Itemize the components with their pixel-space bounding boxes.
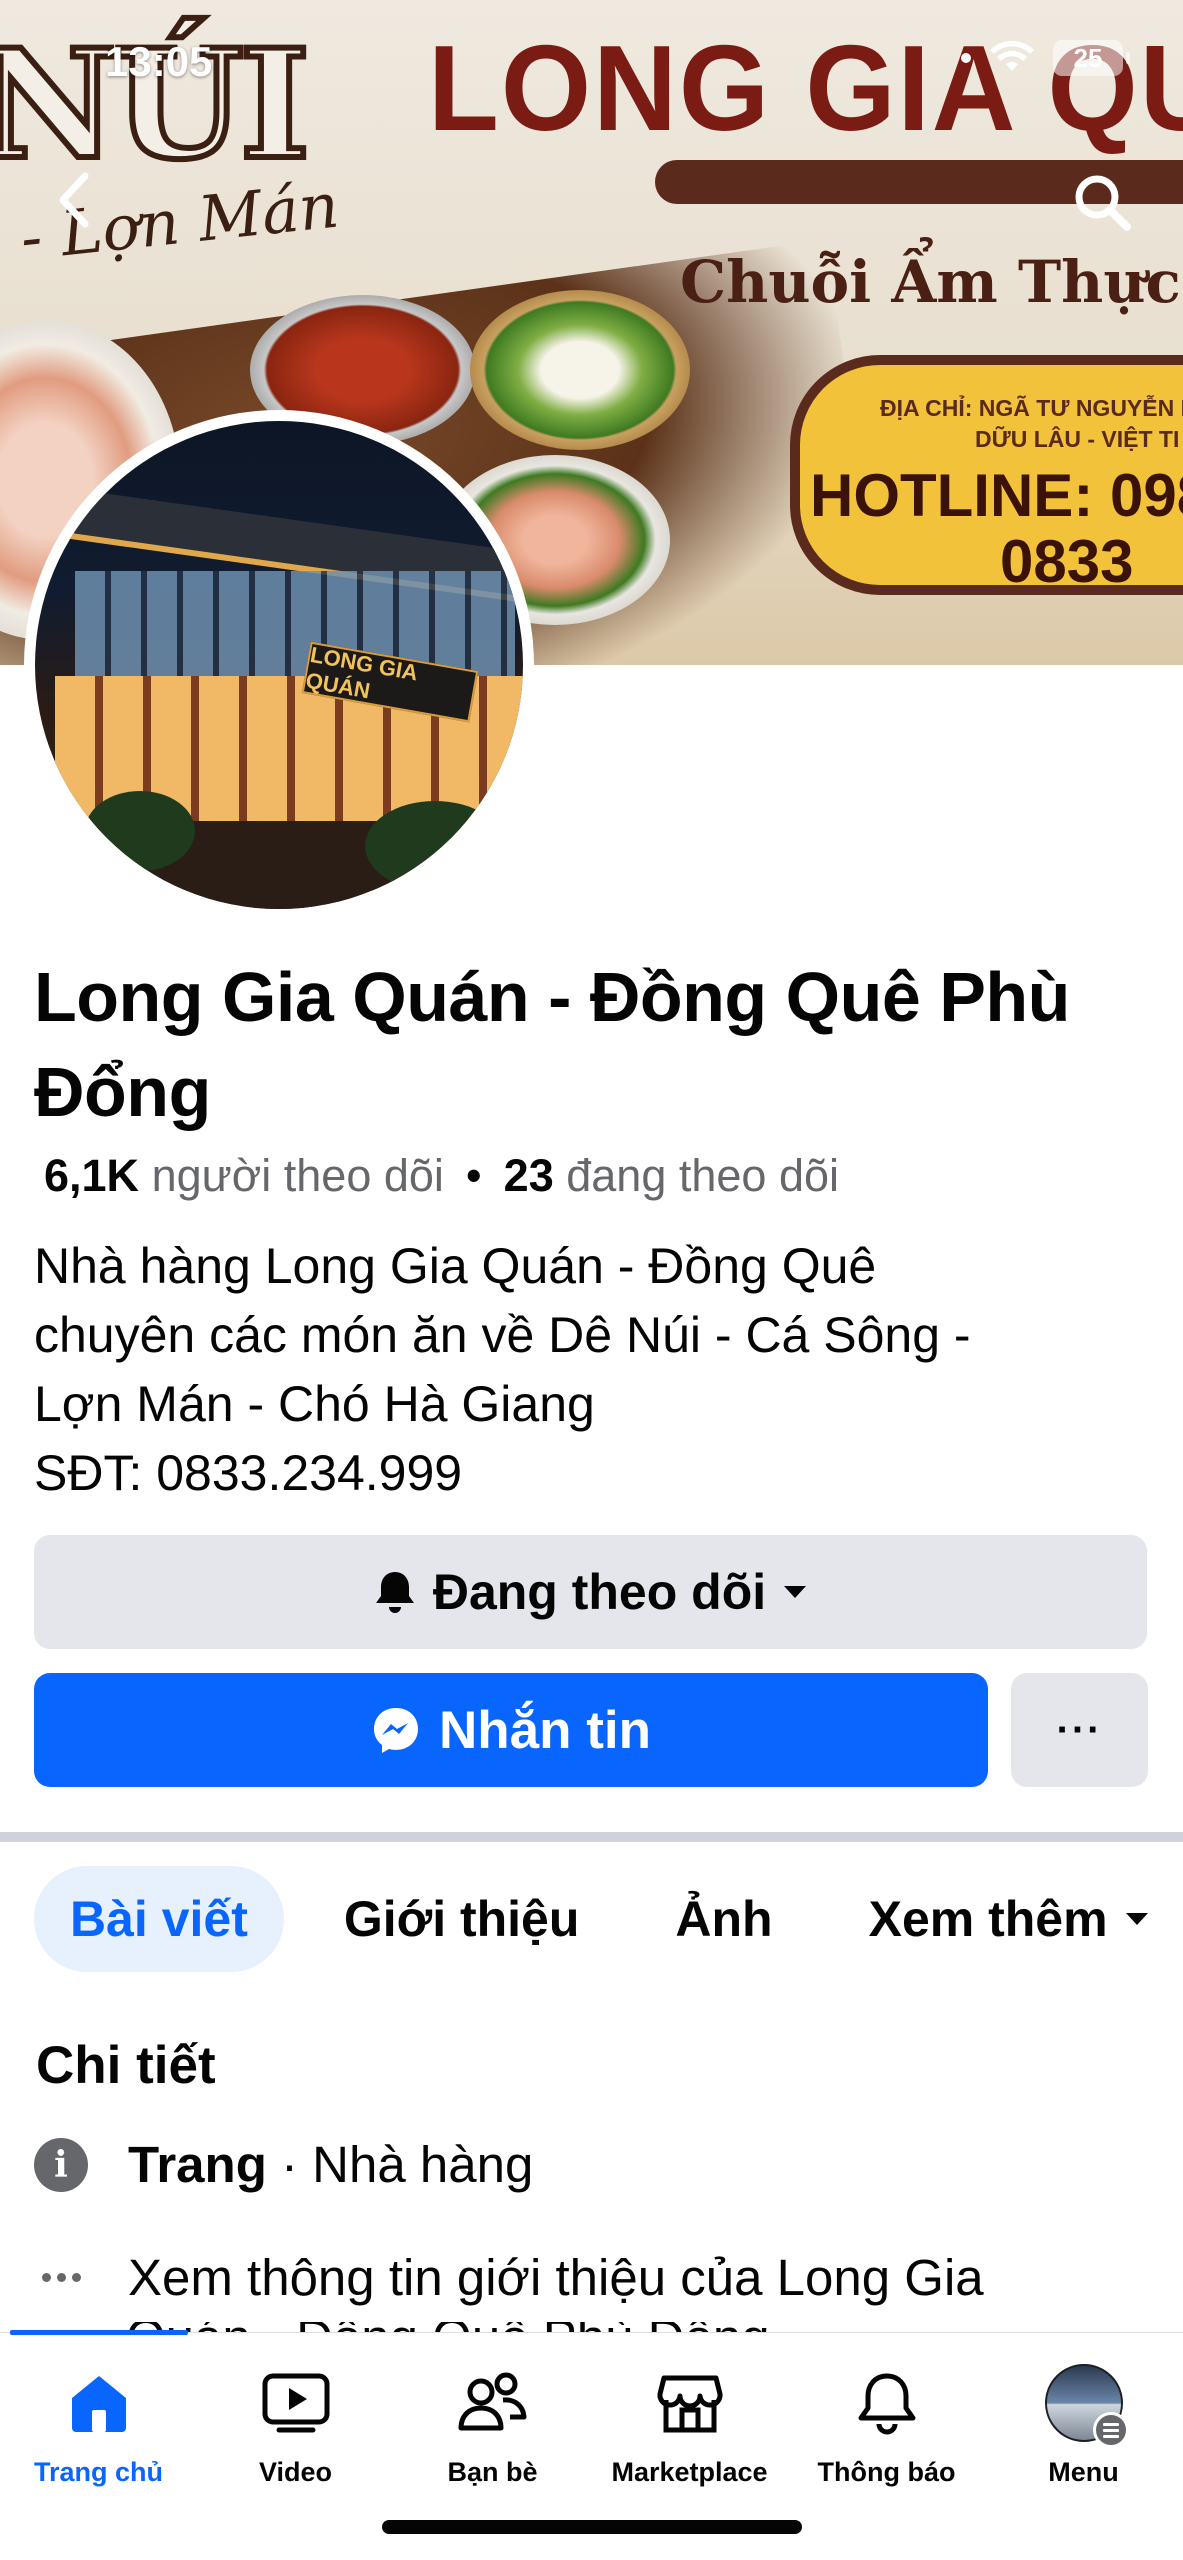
cover-hotline-2: 0833 [1000,528,1134,595]
cover-address-line-2: DỮU LÂU - VIỆT TI [975,426,1180,453]
message-button-label: Nhắn tin [439,1700,651,1760]
avatar-plant [365,801,505,891]
bio-line: chuyên các món ăn về Dê Núi - Cá Sông - [34,1307,971,1363]
nav-label: Marketplace [611,2457,768,2487]
bell-icon [858,2373,915,2435]
detail-category-row: i Trang · Nhà hàng [34,2135,533,2194]
search-button[interactable] [1065,165,1139,239]
followers-count[interactable]: 6,1K [44,1150,139,1201]
more-options-icon: ··· [1056,1707,1103,1752]
messenger-icon [374,1708,418,1753]
signal-dot-icon [961,53,971,63]
following-label[interactable]: đang theo dõi [566,1150,839,1201]
search-icon [1075,175,1131,231]
caret-down-icon [784,1586,807,1598]
nav-notifications[interactable]: Thông báo [788,2363,985,2488]
detail-category-value: · Nhà hàng [266,2136,534,2193]
following-button[interactable]: Đang theo dõi [34,1535,1147,1649]
profile-avatar[interactable]: LONG GIA QUÁN [24,410,534,920]
cover-info-card: ĐỊA CHỈ: NGÃ TƯ NGUYỄN D DỮU LÂU - VIỆT … [790,355,1183,595]
nav-video[interactable]: Video [197,2363,394,2488]
tab-label: Giới thiệu [343,1891,580,1947]
following-button-label: Đang theo dõi [432,1564,767,1620]
nav-menu[interactable]: Menu [985,2363,1182,2488]
hamburger-icon [1092,2412,1129,2448]
info-icon: i [34,2137,88,2192]
details-heading: Chi tiết [36,2036,216,2095]
marketplace-icon [656,2375,723,2433]
back-button[interactable] [40,165,110,235]
bio-line: Nhà hàng Long Gia Quán - Đồng Quê [34,1238,877,1294]
cover-address-line-1: ĐỊA CHỈ: NGÃ TƯ NGUYỄN D [880,395,1183,421]
tab-photos[interactable]: Ảnh [675,1866,772,1972]
cover-hotline-label: HOTLINE: [810,462,1094,530]
home-icon [71,2376,126,2432]
avatar-photo: LONG GIA QUÁN [35,421,523,909]
bell-icon [375,1572,414,1613]
detail-about-link[interactable]: Xem thông tin giới thiệu của Long Gia [128,2248,984,2307]
nav-label: Trang chủ [33,2457,163,2487]
more-dots-icon [34,2273,88,2282]
detail-about-row[interactable]: Xem thông tin giới thiệu của Long Gia [34,2248,984,2307]
tab-see-more[interactable]: Xem thêm [869,1866,1150,1972]
tab-label: Ảnh [675,1891,773,1947]
battery-level: 25 [1073,42,1103,73]
nav-home[interactable]: Trang chủ [0,2363,197,2488]
active-tab-indicator [10,2330,188,2335]
tab-label: Bài viết [70,1891,248,1947]
menu-avatar-icon [1044,2364,1129,2448]
page-title: Long Gia Quán - Đồng Quê Phù Đổng [34,958,1070,1131]
cover-hotline-1: 0988 [1109,462,1183,530]
message-button[interactable]: Nhắn tin [34,1673,988,1787]
home-indicator[interactable] [382,2520,802,2534]
tab-posts[interactable]: Bài viết [34,1866,284,1972]
battery-icon: 25 [1053,40,1130,76]
cover-hotline: HOTLINE: 0988 [810,463,1183,529]
page-bio: Nhà hàng Long Gia Quán - Đồng Quê chuyên… [34,1232,1154,1508]
detail-category-prefix: Trang [128,2136,267,2193]
cover-slogan: Chuỗi Ẩm Thực Số O [680,248,1183,316]
wifi-icon [989,41,1035,75]
nav-marketplace[interactable]: Marketplace [591,2363,788,2488]
nav-friends[interactable]: Bạn bè [394,2363,591,2488]
friends-icon [458,2372,526,2431]
follow-stats[interactable]: 6,1K người theo dõi • 23 đang theo dõi [44,1150,839,1202]
tab-label: Xem thêm [868,1891,1108,1947]
caret-down-icon [1125,1913,1148,1925]
nav-label: Thông báo [817,2457,956,2487]
profile-tabs: Bài viết Giới thiệu Ảnh Xem thêm [34,1866,1150,1972]
status-indicators: 25 [961,40,1130,76]
bio-line: SĐT: 0833.234.999 [34,1445,463,1501]
detail-category-text: Trang · Nhà hàng [128,2135,533,2194]
nav-label: Video [258,2457,333,2487]
more-options-button[interactable]: ··· [1011,1673,1148,1787]
tab-about[interactable]: Giới thiệu [344,1866,580,1972]
followers-label[interactable]: người theo dõi [152,1150,444,1201]
avatar-glass [75,571,515,681]
bio-line: Lợn Mán - Chó Hà Giang [34,1376,595,1432]
following-count[interactable]: 23 [504,1150,554,1201]
avatar-plant [85,791,195,871]
nav-label: Bạn bè [447,2457,538,2487]
stats-separator: • [465,1150,482,1201]
section-divider [0,1832,1183,1842]
chevron-left-icon [59,172,89,228]
nav-label: Menu [1048,2457,1119,2487]
video-icon [262,2373,329,2433]
cover-dish-vegetables [470,290,690,450]
status-time: 13:05 [105,38,213,85]
